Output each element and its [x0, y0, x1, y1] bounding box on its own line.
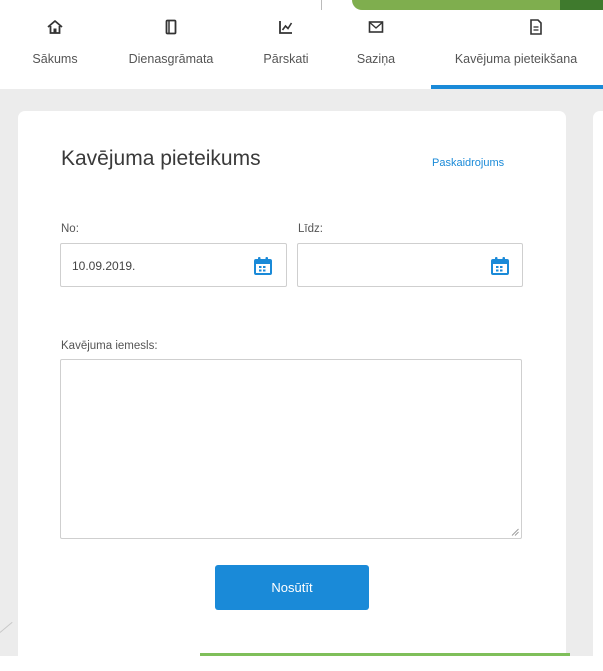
nav-item-messages-label: Saziņa [356, 52, 396, 66]
top-divider [321, 0, 322, 10]
reason-textarea[interactable] [60, 359, 522, 539]
nav-item-diary[interactable]: Dienasgrāmata [112, 10, 230, 89]
calendar-icon[interactable] [252, 255, 274, 277]
reason-label: Kavējuma iemesls: [61, 340, 158, 352]
nav-item-messages[interactable]: Saziņa [346, 10, 406, 89]
from-date-label: No: [61, 223, 79, 235]
envelope-icon [368, 21, 384, 33]
nav-item-absence-label: Kavējuma pieteikšana [454, 52, 578, 66]
nav-item-reports-label: Pārskati [263, 52, 309, 66]
nav-item-home-label: Sākums [32, 52, 78, 66]
page-title: Kavējuma pieteikums [61, 147, 261, 170]
calendar-icon[interactable] [489, 255, 511, 277]
to-date-field[interactable] [297, 243, 523, 287]
submit-button[interactable]: Nosūtīt [215, 565, 369, 610]
side-card [593, 111, 603, 671]
brand-bar [352, 0, 582, 10]
resize-grip-icon[interactable] [511, 528, 519, 536]
chart-icon [279, 21, 293, 34]
home-icon [47, 20, 63, 34]
document-icon [530, 19, 542, 35]
nav-item-reports[interactable]: Pārskati [248, 10, 324, 89]
main-nav: Sākums Dienasgrāmata Pārskati Saziņa Kav… [0, 10, 603, 89]
brand-bar-dark [560, 0, 603, 10]
from-date-field[interactable]: 10.09.2019. [60, 243, 287, 287]
from-date-value: 10.09.2019. [72, 259, 136, 273]
nav-item-diary-label: Dienasgrāmata [128, 52, 214, 66]
diary-icon [165, 19, 177, 35]
help-link[interactable]: Paskaidrojums [432, 157, 504, 169]
to-date-label: Līdz: [298, 223, 323, 235]
nav-item-home[interactable]: Sākums [20, 10, 90, 89]
nav-item-absence[interactable]: Kavējuma pieteikšana [431, 10, 603, 89]
